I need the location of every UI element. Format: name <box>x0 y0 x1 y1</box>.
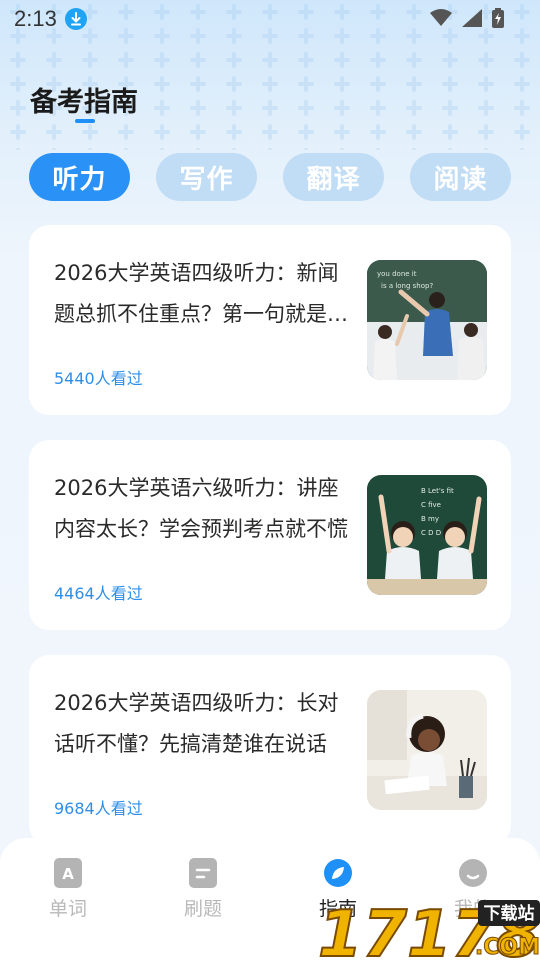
tab-reading[interactable]: 阅读 <box>410 153 511 201</box>
svg-text:is a long shop?: is a long shop? <box>381 282 433 290</box>
category-tabs: 听力 写作 翻译 阅读 <box>29 153 511 201</box>
article-card[interactable]: 2026大学英语六级听力：讲座内容太长？学会预判考点就不慌 4464人看过 B … <box>29 440 511 630</box>
svg-text:C D D: C D D <box>421 529 441 537</box>
nav-practice[interactable]: 刷题 <box>163 858 243 921</box>
nav-words[interactable]: A 单词 <box>28 858 108 921</box>
article-card[interactable]: 2026大学英语四级听力：长对话听不懂？先搞清楚谁在说话 9684人看过 <box>29 655 511 845</box>
svg-text:C five: C five <box>421 501 441 509</box>
document-icon <box>188 858 218 888</box>
nav-label: 我的 <box>453 898 492 920</box>
article-title: 2026大学英语四级听力：新闻题总抓不住重点？第一句就是答案 <box>54 261 348 326</box>
article-card[interactable]: 2026大学英语四级听力：新闻题总抓不住重点？第一句就是答案 5440人看过 y… <box>29 225 511 415</box>
battery-icon <box>492 8 504 28</box>
article-views: 4464人看过 <box>54 584 143 603</box>
nav-label: 刷题 <box>183 898 222 920</box>
tab-writing[interactable]: 写作 <box>156 153 257 201</box>
bottom-nav: A 单词 刷题 指南 我的 <box>0 838 540 960</box>
article-title: 2026大学英语四级听力：长对话听不懂？先搞清楚谁在说话 <box>54 691 339 756</box>
nav-label: 单词 <box>48 898 87 920</box>
letter-a-icon: A <box>53 858 83 888</box>
status-bar: 2:13 <box>0 0 540 38</box>
tab-listening[interactable]: 听力 <box>29 153 130 201</box>
profile-icon <box>458 858 488 888</box>
compass-icon <box>323 858 353 888</box>
article-thumbnail <box>367 690 487 810</box>
article-views: 9684人看过 <box>54 799 143 818</box>
article-thumbnail: you done it is a long shop? <box>367 260 487 380</box>
wifi-icon <box>430 9 452 26</box>
nav-profile[interactable]: 我的 <box>433 858 513 921</box>
title-underline <box>75 119 95 123</box>
svg-text:B my: B my <box>421 515 439 523</box>
nav-guide[interactable]: 指南 <box>298 858 378 921</box>
article-views: 5440人看过 <box>54 369 143 388</box>
svg-text:B Let's fit: B Let's fit <box>421 487 454 495</box>
signal-icon <box>462 9 482 27</box>
page-title: 备考指南 <box>30 87 138 118</box>
status-time: 2:13 <box>14 6 57 31</box>
download-icon <box>64 8 87 30</box>
status-icons <box>430 8 504 28</box>
article-thumbnail: B Let's fit C five B my C D D <box>367 475 487 595</box>
article-title: 2026大学英语六级听力：讲座内容太长？学会预判考点就不慌 <box>54 476 348 541</box>
tab-translation[interactable]: 翻译 <box>283 153 384 201</box>
nav-label: 指南 <box>318 898 357 920</box>
svg-text:A: A <box>62 865 74 883</box>
svg-text:you done it: you done it <box>377 270 417 278</box>
